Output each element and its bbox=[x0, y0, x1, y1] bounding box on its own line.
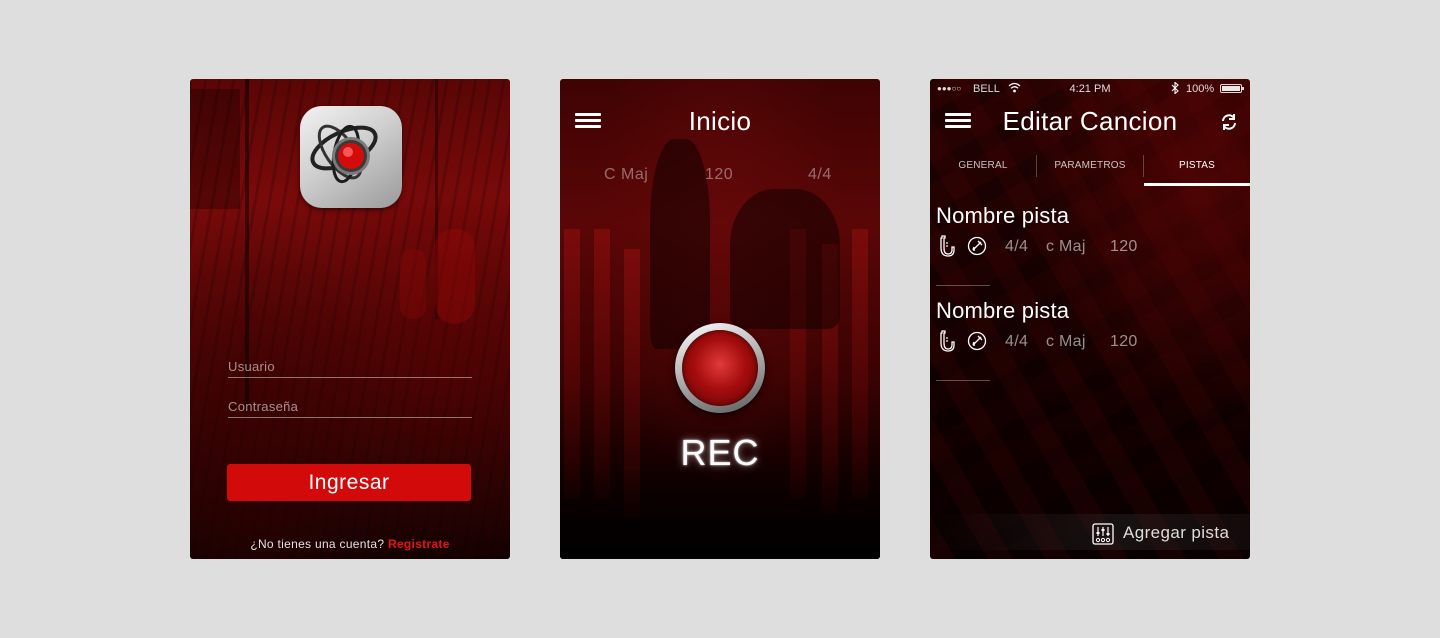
add-track-bar: Agregar pista bbox=[930, 514, 1250, 550]
track-item[interactable]: Nombre pista 4/4 c Maj 120 bbox=[936, 298, 1236, 381]
background-performer bbox=[730, 189, 840, 329]
background-performer bbox=[650, 139, 710, 349]
track-time-signature: 4/4 bbox=[1005, 333, 1029, 350]
username-input[interactable] bbox=[228, 359, 472, 374]
username-field[interactable] bbox=[228, 358, 472, 378]
track-divider bbox=[936, 380, 990, 381]
password-input[interactable] bbox=[228, 399, 472, 414]
no-account-text: ¿No tienes una cuenta? bbox=[250, 537, 385, 551]
page-title: Editar Cancion bbox=[1002, 106, 1178, 136]
tab-pistas[interactable]: PISTAS bbox=[1144, 153, 1250, 186]
login-screen: Ingresar ¿No tienes una cuenta? Registra… bbox=[190, 79, 510, 559]
record-label: REC bbox=[680, 432, 760, 473]
track-key: c Maj bbox=[1046, 333, 1086, 350]
mixer-icon bbox=[1092, 523, 1114, 550]
bluetooth-icon bbox=[1171, 81, 1179, 97]
home-screen: Inicio C Maj 120 4/4 REC bbox=[560, 79, 880, 559]
add-track-label: Agregar pista bbox=[1123, 523, 1230, 542]
login-button[interactable]: Ingresar bbox=[227, 464, 471, 501]
key-value: C Maj bbox=[604, 166, 649, 183]
track-tempo: 120 bbox=[1110, 238, 1138, 255]
record-button[interactable] bbox=[675, 323, 765, 413]
time-signature-value: 4/4 bbox=[808, 166, 832, 183]
background-bass bbox=[435, 229, 475, 324]
track-time-signature: 4/4 bbox=[1005, 238, 1029, 255]
record-button-face bbox=[682, 330, 758, 406]
add-track-button[interactable]: Agregar pista bbox=[1092, 523, 1242, 545]
track-properties: 4/4 c Maj 120 bbox=[936, 330, 1236, 354]
background-amp bbox=[190, 89, 240, 209]
battery-icon bbox=[1220, 84, 1244, 93]
refresh-icon[interactable] bbox=[1219, 112, 1239, 137]
edit-song-screen: ●●●○○ BELL 4:21 PM 100% Editar Cancion G… bbox=[930, 79, 1250, 559]
track-name: Nombre pista bbox=[936, 203, 1070, 228]
status-bar: ●●●○○ BELL 4:21 PM 100% bbox=[930, 79, 1250, 99]
guitar-pick-icon bbox=[966, 330, 988, 357]
signup-prompt: ¿No tienes una cuenta? Registrate bbox=[190, 537, 510, 551]
tab-parametros[interactable]: PARAMETROS bbox=[1037, 153, 1143, 186]
track-key: c Maj bbox=[1046, 238, 1086, 255]
track-divider bbox=[936, 285, 990, 286]
tempo-value: 120 bbox=[705, 166, 734, 183]
track-tempo: 120 bbox=[1110, 333, 1138, 350]
tab-general[interactable]: GENERAL bbox=[930, 153, 1036, 186]
saxophone-icon bbox=[936, 235, 956, 262]
password-field[interactable] bbox=[228, 398, 472, 418]
track-name: Nombre pista bbox=[936, 298, 1070, 323]
track-item[interactable]: Nombre pista 4/4 c Maj 120 bbox=[936, 203, 1236, 286]
saxophone-icon bbox=[936, 330, 956, 357]
background-fade bbox=[560, 469, 880, 559]
background-guitar bbox=[400, 249, 426, 319]
page-title: Inicio bbox=[688, 106, 752, 136]
app-logo-icon bbox=[300, 106, 402, 208]
tab-bar: GENERAL PARAMETROS PISTAS bbox=[930, 153, 1250, 186]
battery-percent: 100% bbox=[1186, 83, 1215, 95]
track-properties: 4/4 c Maj 120 bbox=[936, 235, 1236, 259]
register-link[interactable]: Registrate bbox=[388, 537, 450, 551]
guitar-pick-icon bbox=[966, 235, 988, 262]
